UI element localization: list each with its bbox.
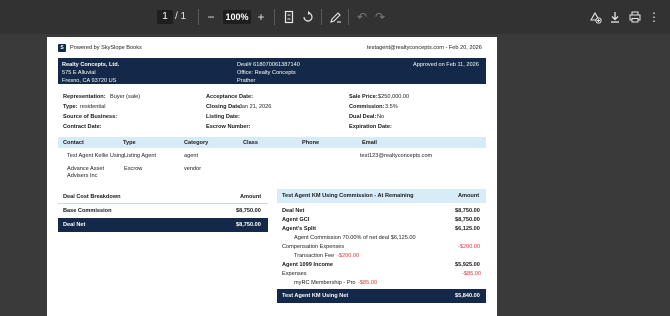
toolbar-divider (348, 9, 349, 25)
commission-value: 3.5% (385, 104, 398, 110)
contacts-col-class: Class (243, 140, 258, 146)
acceptance-date-label: Acceptance Date: (206, 94, 253, 100)
deal-number: Deal# 618070061387140 (237, 62, 300, 68)
commission-label: Commission: (349, 104, 385, 110)
membership-value: -$85.00 (358, 280, 377, 286)
zoom-input[interactable]: 100% (223, 10, 251, 24)
transaction-fee-value: -$200.00 (337, 253, 360, 259)
agent-income-label: Agent 1099 Income (282, 262, 333, 268)
agent-deal-net-value: $8,750.00 (455, 208, 480, 214)
agent-split-label: Agent's Split (282, 226, 316, 232)
page-number-input[interactable]: 1 (157, 10, 173, 24)
base-commission-value: $8,750.00 (236, 208, 261, 214)
agent-income-value: $5,925.00 (455, 262, 480, 268)
agent-deal-net-label: Deal Net (282, 208, 305, 214)
escrow-number-label: Escrow Number: (206, 124, 251, 130)
fit-page-icon[interactable] (281, 9, 297, 25)
type-label: Type: (63, 104, 78, 110)
contact-category: vendor (184, 166, 202, 172)
header-right: testagent@realtyconcepts.com - Feb 20, 2… (367, 45, 482, 51)
base-commission-label: Base Commission (63, 208, 112, 214)
toolbar-divider (198, 9, 199, 25)
cost-amount-header: Amount (240, 194, 262, 200)
contacts-col-email: Email (362, 140, 377, 146)
zoom-in-icon[interactable]: + (253, 9, 269, 25)
agent-net-label: Test Agent KM Using Net (282, 293, 349, 299)
contacts-col-contact: Contact (63, 140, 84, 146)
deal-net-label: Deal Net (63, 222, 86, 228)
dual-deal-value: No (377, 114, 385, 120)
contract-date-label: Contract Date: (63, 124, 102, 130)
agent-split-detail: Agent Commission 70.00% of net deal $6,1… (294, 235, 416, 241)
contact-type: Listing Agent (124, 153, 157, 159)
agent-gci-value: $8,750.00 (455, 217, 480, 223)
download-icon[interactable] (607, 9, 623, 25)
add-to-drive-icon[interactable] (587, 9, 603, 25)
pdf-page: S Powered by SkySlope Books testagent@re… (47, 37, 497, 316)
office-name-cont: Prather (237, 78, 256, 84)
pdf-toolbar: 1 / 1 − 100% + ↶ ↷ ⋮ (0, 0, 670, 34)
pdf-viewer[interactable]: S Powered by SkySlope Books testagent@re… (0, 34, 670, 316)
more-options-icon[interactable]: ⋮ (646, 9, 662, 25)
contact-email[interactable]: test123@realtyconcepts.com (360, 153, 432, 159)
agent-amount-header: Amount (458, 193, 480, 199)
deal-net-value: $8,750.00 (236, 222, 261, 228)
undo-icon[interactable]: ↶ (354, 9, 370, 25)
cost-breakdown-title: Deal Cost Breakdown (63, 194, 121, 200)
agent-commission-title: Test Agent KM Using Commission - At Rema… (282, 193, 414, 199)
contacts-col-category: Category (184, 140, 209, 146)
company-city: Fresno, CA 93720 US (62, 78, 117, 84)
company-address: 575 E Alluvial (62, 70, 96, 76)
agent-split-value: $6,125.00 (455, 226, 480, 232)
contacts-col-type: Type (123, 140, 136, 146)
contact-name: Advance Asset (67, 166, 105, 172)
divider (58, 203, 268, 204)
powered-by: Powered by SkySlope Books (70, 45, 142, 51)
membership-label: myRC Membership - Pro (294, 280, 356, 286)
sale-price-value: $250,000.00 (378, 94, 410, 100)
page-total: / 1 (175, 11, 187, 22)
expenses-value: -$85.00 (462, 271, 481, 277)
sale-price-label: Sale Price: (349, 94, 378, 100)
toolbar-divider (321, 9, 322, 25)
source-label: Source of Business: (63, 114, 118, 120)
contacts-col-phone: Phone (302, 140, 320, 146)
print-icon[interactable] (627, 9, 643, 25)
toolbar-divider (274, 9, 275, 25)
listing-date-label: Listing Date: (206, 114, 240, 120)
company-name: Realty Concepts, Ltd. (62, 62, 120, 68)
comp-expenses-label: Compensation Expenses (282, 244, 345, 250)
closing-date-label: Closing Date: (206, 104, 243, 110)
representation-value: Buyer (sale) (110, 94, 141, 100)
dual-deal-label: Dual Deal: (349, 114, 377, 120)
zoom-out-icon[interactable]: − (203, 9, 219, 25)
representation-label: Representation: (63, 94, 106, 100)
office-name: Office: Realty Concepts (237, 70, 296, 76)
agent-net-value: $5,840.00 (455, 293, 480, 299)
closing-date-value: Jan 21, 2026 (239, 104, 272, 110)
approved-date: Approved on Feb 11, 2026 (413, 62, 479, 68)
expenses-label: Expenses (282, 271, 307, 277)
contact-name: Test Agent Kellie Using (67, 153, 125, 159)
expiration-date-label: Expiration Date: (349, 124, 392, 130)
contact-type: Escrow (124, 166, 143, 172)
redo-icon[interactable]: ↷ (372, 9, 388, 25)
type-value: residential (80, 104, 106, 110)
transaction-fee-label: Transaction Fee (294, 253, 335, 259)
contact-name-cont: Advisers Inc (67, 173, 98, 179)
skyslope-logo-icon: S (58, 44, 66, 52)
agent-gci-label: Agent GCI (282, 217, 310, 223)
contact-category: agent (184, 153, 198, 159)
rotate-icon[interactable] (300, 9, 316, 25)
comp-expenses-value: -$200.00 (458, 244, 481, 250)
annotate-icon[interactable] (328, 9, 344, 25)
